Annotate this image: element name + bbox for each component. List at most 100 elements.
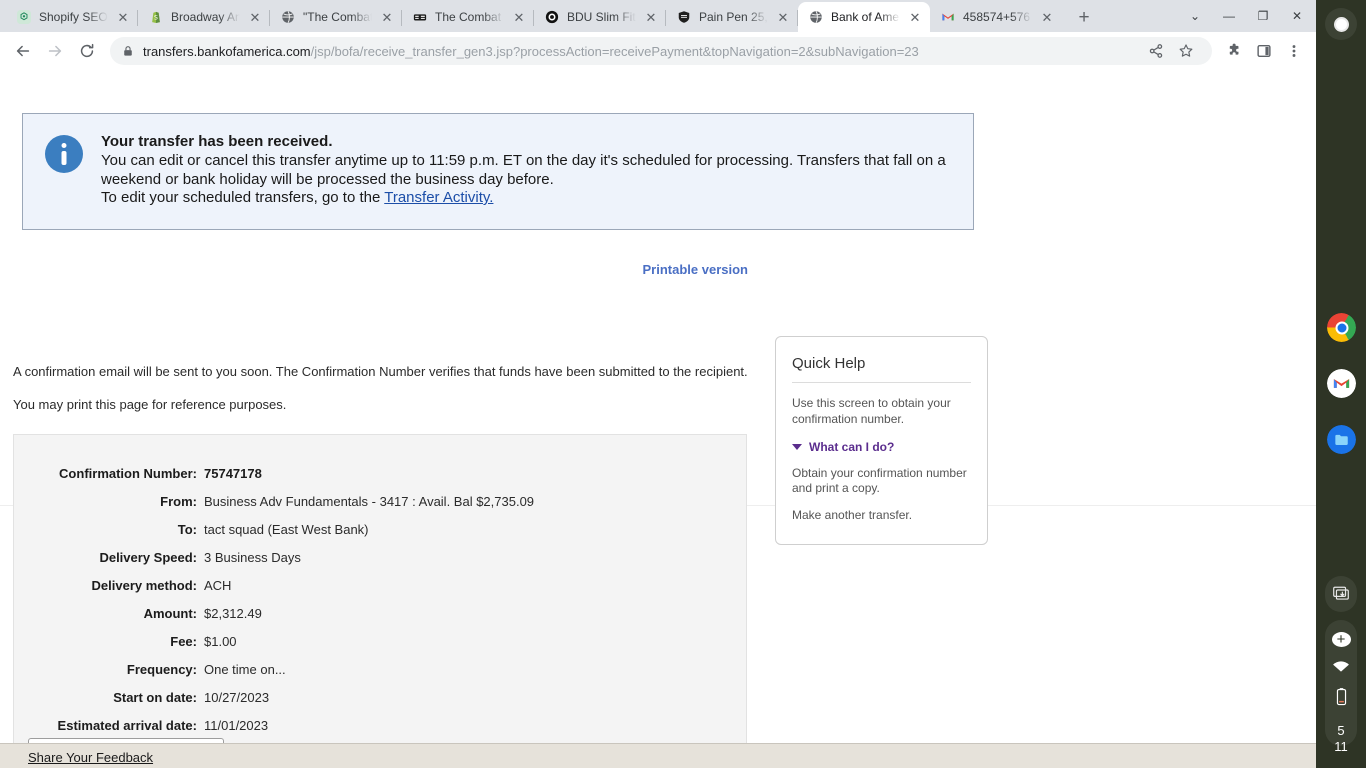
chrome-icon[interactable] — [1327, 313, 1356, 342]
printable-version-link[interactable]: Printable version — [643, 262, 748, 277]
share-feedback-link[interactable]: Share Your Feedback — [28, 750, 153, 765]
tab-close-icon[interactable]: ✕ — [379, 9, 395, 25]
tab-strip: Shopify SEO ✕ S Broadway An ✕ "The Comba… — [0, 0, 1316, 32]
maximize-button[interactable]: ❐ — [1246, 0, 1280, 32]
address-bar[interactable]: transfers.bankofamerica.com/jsp/bofa/rec… — [110, 37, 1212, 65]
side-panel-icon[interactable] — [1250, 37, 1278, 65]
detail-label: Confirmation Number: — [59, 466, 197, 481]
browser-tab-active[interactable]: Bank of Ame ✕ — [798, 2, 930, 32]
files-icon[interactable] — [1327, 425, 1356, 454]
transfer-details-box: Confirmation Number: 75747178 From: Busi… — [13, 434, 747, 768]
browser-tab[interactable]: The Combat ✕ — [402, 2, 534, 32]
browser-tab[interactable]: "The Combat ✕ — [270, 2, 402, 32]
browser-tab[interactable]: Pain Pen 25, ✕ — [666, 2, 798, 32]
forward-button[interactable] — [40, 36, 70, 66]
svg-text:S: S — [154, 15, 158, 22]
back-button[interactable] — [8, 36, 38, 66]
quick-help-item: Make another transfer. — [792, 508, 913, 523]
tab-close-icon[interactable]: ✕ — [115, 9, 131, 25]
detail-row: Confirmation Number: 75747178 — [14, 466, 746, 481]
browser-tab[interactable]: S Broadway An ✕ — [138, 2, 270, 32]
new-tab-button[interactable]: + — [1070, 4, 1098, 32]
tab-search-icon[interactable]: ⌄ — [1178, 0, 1212, 32]
detail-value: Business Adv Fundamentals - 3417 : Avail… — [204, 494, 535, 509]
bookmark-star-icon[interactable] — [1172, 37, 1200, 65]
clock-minute: 11 — [1334, 739, 1348, 755]
detail-value: One time on... — [204, 662, 286, 677]
bofa-confirmation-page: Your transfer has been received. You can… — [0, 70, 1316, 768]
quick-help-intro: Use this screen to obtain your confirmat… — [792, 396, 951, 426]
clock-hour: 5 — [1337, 723, 1345, 738]
tab-title: The Combat — [435, 10, 502, 24]
detail-label: Fee: — [170, 634, 197, 649]
detail-value: 75747178 — [204, 466, 262, 481]
tab-close-icon[interactable]: ✕ — [775, 9, 791, 25]
what-can-i-do-toggle[interactable]: What can I do? — [792, 440, 971, 454]
home-ring-icon — [1333, 16, 1349, 32]
globe-icon — [280, 9, 296, 25]
banner-footer-prefix: To edit your scheduled transfers, go to … — [101, 188, 385, 206]
browser-tab[interactable]: BDU Slim Fit ✕ — [534, 2, 666, 32]
tab-title: Broadway An — [171, 10, 240, 24]
detail-row: Fee: $1.00 — [14, 634, 746, 649]
detail-label: Delivery Speed: — [99, 550, 197, 565]
tab-close-icon[interactable]: ✕ — [643, 9, 659, 25]
chevron-down-icon — [792, 443, 802, 450]
home-button[interactable] — [1325, 8, 1357, 40]
confirmation-email-note: A confirmation email will be sent to you… — [13, 364, 748, 379]
detail-row: From: Business Adv Fundamentals - 3417 :… — [14, 494, 746, 509]
window-controls: ⌄ — ❐ ✕ — [1178, 0, 1316, 32]
detail-row: Estimated arrival date: 11/01/2023 — [14, 718, 746, 733]
tab-close-icon[interactable]: ✕ — [511, 9, 527, 25]
reload-button[interactable] — [72, 36, 102, 66]
detail-value: 11/01/2023 — [204, 718, 269, 733]
detail-row: Amount: $2,312.49 — [14, 606, 746, 621]
extensions-icon[interactable] — [1220, 37, 1248, 65]
shopify-icon: S — [148, 9, 164, 25]
detail-label: Delivery method: — [91, 578, 197, 593]
tab-title: BDU Slim Fit — [567, 10, 636, 24]
banner-text: Your transfer has been received. You can… — [101, 133, 955, 207]
url-path: /jsp/bofa/receive_transfer_gen3.jsp?proc… — [310, 43, 919, 59]
close-window-button[interactable]: ✕ — [1280, 0, 1314, 32]
detail-label: From: — [160, 494, 197, 509]
tab-title: Bank of Ame — [831, 10, 900, 24]
print-page-note: You may print this page for reference pu… — [13, 397, 287, 412]
detail-row: Delivery Speed: 3 Business Days — [14, 550, 746, 565]
tab-title: 458574+576 — [963, 10, 1031, 24]
tab-close-icon[interactable]: ✕ — [247, 9, 263, 25]
gmail-icon[interactable] — [1327, 369, 1356, 398]
wifi-icon — [1332, 660, 1350, 674]
target-icon — [544, 9, 560, 25]
info-icon — [45, 135, 83, 173]
screen-capture-icon[interactable] — [1325, 576, 1357, 612]
detail-row: Start on date: 10/27/2023 — [14, 690, 746, 705]
status-tray[interactable]: + 5 11 — [1325, 620, 1357, 754]
gmail-icon — [940, 9, 956, 25]
tab-title: "The Combat — [303, 10, 372, 24]
banner-footer-line: To edit your scheduled transfers, go to … — [101, 189, 955, 207]
detail-value: ACH — [204, 578, 232, 593]
plus-circle-icon[interactable]: + — [1331, 632, 1351, 647]
system-dock: + 5 11 — [1316, 0, 1366, 768]
omnibox-actions — [1142, 37, 1200, 65]
battery-icon — [1336, 687, 1347, 706]
detail-value: tact squad (East West Bank) — [204, 522, 369, 537]
transfer-activity-link[interactable]: Transfer Activity. — [384, 189, 493, 206]
minimize-button[interactable]: — — [1212, 0, 1246, 32]
quick-help-panel: Quick Help Use this screen to obtain you… — [775, 336, 988, 546]
mail-icon — [412, 9, 428, 25]
detail-row: Frequency: One time on... — [14, 662, 746, 677]
detail-value: $2,312.49 — [204, 606, 262, 621]
tab-title: Shopify SEO — [39, 10, 108, 24]
lock-icon — [122, 45, 134, 57]
browser-tab[interactable]: 458574+576 ✕ — [930, 2, 1062, 32]
tab-close-icon[interactable]: ✕ — [907, 9, 923, 25]
browser-toolbar: transfers.bankofamerica.com/jsp/bofa/rec… — [0, 32, 1316, 70]
more-menu-icon[interactable] — [1280, 37, 1308, 65]
browser-tab[interactable]: Shopify SEO ✕ — [6, 2, 138, 32]
share-icon[interactable] — [1142, 37, 1170, 65]
quick-help-item: Obtain your confirmation number and prin… — [792, 465, 967, 496]
what-can-i-do-label: What can I do? — [809, 439, 895, 454]
tab-close-icon[interactable]: ✕ — [1039, 9, 1055, 25]
